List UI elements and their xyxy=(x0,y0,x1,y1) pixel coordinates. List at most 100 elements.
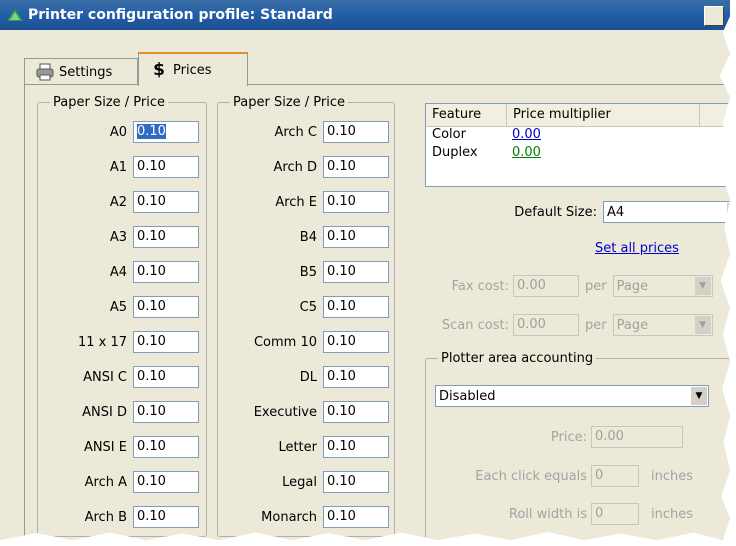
plotter-roll-row: Roll width is 0 inches xyxy=(435,503,693,525)
paper-price-row: Arch D 0.10 xyxy=(217,156,389,178)
feature-row-color[interactable]: Color 0.00 xyxy=(426,127,730,145)
paper-price-input[interactable]: 0.10 xyxy=(133,296,199,318)
window-close-button[interactable] xyxy=(704,6,724,26)
paper-size-label: ANSI E xyxy=(83,439,127,455)
paper-size-label: Executive xyxy=(253,404,317,420)
paper-price-row: Arch E 0.10 xyxy=(217,191,389,213)
selected-text: 0.10 xyxy=(137,124,166,139)
default-size-value: A4 xyxy=(607,204,625,220)
tab-settings-label: Settings xyxy=(59,64,113,80)
feature-list-header: Feature Price multiplier xyxy=(426,104,730,127)
plotter-group-legend: Plotter area accounting xyxy=(441,351,594,366)
plotter-price-input[interactable]: 0.00 xyxy=(591,426,683,448)
paper-size-label: Monarch xyxy=(261,509,317,525)
feature-row-duplex[interactable]: Duplex 0.00 xyxy=(426,145,730,163)
paper-size-label: A1 xyxy=(109,159,127,175)
duplex-multiplier-link[interactable]: 0.00 xyxy=(512,145,541,160)
chevron-down-icon[interactable]: ▼ xyxy=(694,316,711,334)
printer-config-window: Printer configuration profile: Standard … xyxy=(0,0,730,540)
paper-size-label: Arch A xyxy=(84,474,127,490)
paper-price-row: Arch B 0.10 xyxy=(37,506,199,528)
feature-name: Color xyxy=(432,127,466,142)
paper-price-input[interactable]: 0.10 xyxy=(133,261,199,283)
paper-size-label: A5 xyxy=(109,299,127,315)
feature-multiplier[interactable]: 0.00 xyxy=(506,145,547,163)
chevron-down-icon[interactable]: ▼ xyxy=(691,387,707,405)
paper-price-row: ANSI C 0.10 xyxy=(37,366,199,388)
default-size-label: Default Size: xyxy=(514,204,597,220)
chevron-down-icon[interactable]: ▼ xyxy=(694,277,711,295)
set-all-prices-link[interactable]: Set all prices xyxy=(595,241,679,256)
tab-prices-label: Prices xyxy=(173,62,212,78)
fax-cost-row: Fax cost: 0.00 per Page ▼ xyxy=(413,275,713,297)
tab-settings[interactable]: Settings xyxy=(24,58,138,85)
paper-price-input[interactable]: 0.10 xyxy=(323,296,389,318)
paper-price-input[interactable]: 0.10 xyxy=(133,366,199,388)
paper-price-input[interactable]: 0.10 xyxy=(323,331,389,353)
default-size-select[interactable]: A4 ▼ xyxy=(603,201,730,223)
paper-price-row: C5 0.10 xyxy=(217,296,389,318)
paper-price-row: A1 0.10 xyxy=(37,156,199,178)
chevron-down-icon[interactable]: ▼ xyxy=(727,203,730,221)
plotter-roll-label: Roll width is xyxy=(508,506,587,522)
fax-cost-input[interactable]: 0.00 xyxy=(513,275,579,297)
paper-price-input[interactable]: 0.10 xyxy=(133,226,199,248)
paper-price-input[interactable]: 0.10 xyxy=(323,121,389,143)
paper-price-row: A2 0.10 xyxy=(37,191,199,213)
paper-price-input[interactable]: 0.10 xyxy=(133,191,199,213)
plotter-mode-row: Disabled ▼ xyxy=(435,385,709,407)
paper-price-input[interactable]: 0.10 xyxy=(133,121,199,143)
paper-price-input[interactable]: 0.10 xyxy=(323,366,389,388)
paper-price-input[interactable]: 0.10 xyxy=(323,261,389,283)
paper-size-label: Arch E xyxy=(275,194,317,210)
tab-prices[interactable]: $ Prices xyxy=(138,52,248,86)
plotter-click-input[interactable]: 0 xyxy=(591,465,639,487)
paper-group-1-legend: Paper Size / Price xyxy=(53,95,165,110)
feature-multiplier[interactable]: 0.00 xyxy=(506,127,547,145)
paper-price-input[interactable]: 0.10 xyxy=(323,436,389,458)
feature-name: Duplex xyxy=(432,145,478,160)
paper-price-input[interactable]: 0.10 xyxy=(323,471,389,493)
plotter-mode-select[interactable]: Disabled ▼ xyxy=(435,385,709,407)
paper-price-row: Comm 10 0.10 xyxy=(217,331,389,353)
default-size-row: Default Size: A4 ▼ xyxy=(457,201,730,223)
feature-price-list[interactable]: Feature Price multiplier Color 0.00 Dupl… xyxy=(425,103,730,187)
paper-price-input[interactable]: 0.10 xyxy=(323,506,389,528)
paper-price-input[interactable]: 0.10 xyxy=(323,226,389,248)
paper-size-label: Comm 10 xyxy=(253,334,317,350)
color-multiplier-link[interactable]: 0.00 xyxy=(512,127,541,142)
fax-unit-select[interactable]: Page ▼ xyxy=(612,275,713,297)
scan-unit-select[interactable]: Page ▼ xyxy=(612,314,713,336)
paper-price-input[interactable]: 0.10 xyxy=(133,506,199,528)
paper-price-row: Arch A 0.10 xyxy=(37,471,199,493)
multiplier-column-header[interactable]: Price multiplier xyxy=(507,104,700,126)
paper-price-row: B4 0.10 xyxy=(217,226,389,248)
paper-price-input[interactable]: 0.10 xyxy=(133,436,199,458)
app-icon xyxy=(7,9,23,21)
paper-price-input[interactable]: 0.10 xyxy=(133,401,199,423)
paper-price-input[interactable]: 0.10 xyxy=(323,156,389,178)
paper-size-label: Legal xyxy=(282,474,317,490)
plotter-click-row: Each click equals 0 inches xyxy=(435,465,693,487)
scan-cost-input[interactable]: 0.00 xyxy=(513,314,579,336)
paper-group-2-legend: Paper Size / Price xyxy=(233,95,345,110)
plotter-click-label: Each click equals xyxy=(475,468,587,484)
feature-column-header[interactable]: Feature xyxy=(426,104,507,126)
title-bar: Printer configuration profile: Standard xyxy=(0,0,730,30)
paper-price-input[interactable]: 0.10 xyxy=(323,191,389,213)
plotter-roll-unit: inches xyxy=(651,506,694,522)
paper-price-row: B5 0.10 xyxy=(217,261,389,283)
paper-size-label: A2 xyxy=(109,194,127,210)
paper-price-input[interactable]: 0.10 xyxy=(323,401,389,423)
paper-size-label: A0 xyxy=(109,124,127,140)
printer-icon xyxy=(36,63,54,81)
dollar-icon: $ xyxy=(153,60,165,80)
paper-price-input[interactable]: 0.10 xyxy=(133,156,199,178)
paper-price-input[interactable]: 0.10 xyxy=(133,471,199,493)
paper-price-row: ANSI D 0.10 xyxy=(37,401,199,423)
paper-price-input[interactable]: 0.10 xyxy=(133,331,199,353)
plotter-roll-input[interactable]: 0 xyxy=(591,503,639,525)
scan-unit-value: Page xyxy=(616,317,649,333)
paper-size-label: C5 xyxy=(299,299,317,315)
paper-price-row: A3 0.10 xyxy=(37,226,199,248)
